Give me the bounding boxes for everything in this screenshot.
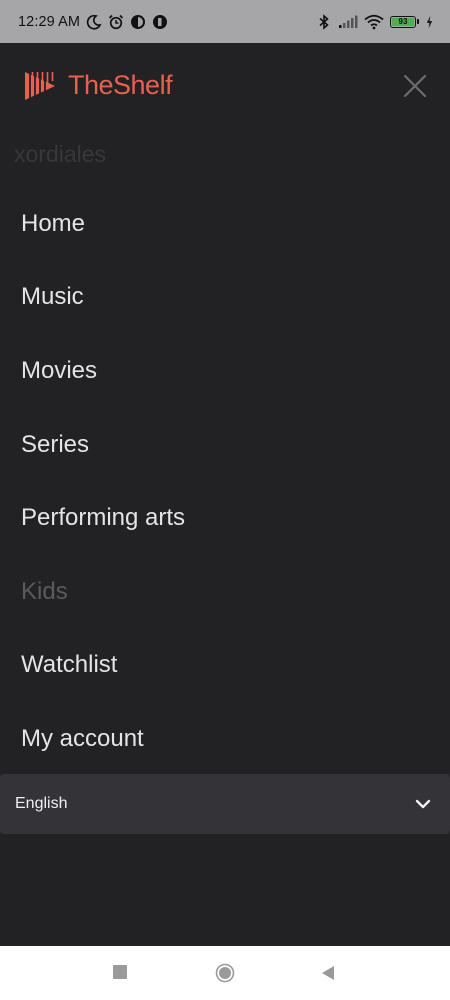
brand-logo[interactable]: TheShelf (24, 69, 173, 101)
wifi-icon (364, 14, 384, 29)
moon-icon (86, 14, 102, 29)
app-icon (131, 14, 146, 29)
home-button[interactable] (215, 963, 235, 983)
battery-body: 93 (390, 15, 416, 28)
menu-item-movies[interactable]: Movies (0, 334, 450, 408)
menu-item-performing-arts[interactable]: Performing arts (0, 481, 450, 555)
menu-header: TheShelf (0, 43, 450, 131)
username: xordiales (14, 141, 107, 167)
battery-tip (417, 19, 419, 24)
shelf-logo-icon (25, 72, 55, 100)
status-left: 12:29 AM (18, 14, 168, 30)
alarm-icon (108, 14, 124, 29)
charging-icon (426, 15, 433, 28)
signal-icon (339, 15, 358, 28)
brand-name: TheShelf (68, 69, 173, 100)
menu-item-kids[interactable]: Kids (0, 555, 450, 629)
language-selected: English (15, 795, 68, 812)
menu-item-music[interactable]: Music (0, 261, 450, 335)
menu-item-my-account[interactable]: My account (0, 702, 450, 776)
status-right: 93 (316, 13, 434, 30)
chevron-down-icon (415, 799, 431, 809)
status-bar: 12:29 AM 93 (0, 0, 450, 43)
app-icon (153, 14, 168, 29)
language-select[interactable]: English (0, 774, 450, 834)
battery-level: 93 (392, 17, 414, 26)
back-button[interactable] (321, 965, 335, 981)
battery-icon: 93 (390, 15, 419, 28)
system-nav-bar (0, 946, 450, 1000)
menu-item-home[interactable]: Home (0, 187, 450, 261)
menu-item-series[interactable]: Series (0, 408, 450, 482)
recents-button[interactable] (113, 965, 127, 979)
menu-item-watchlist[interactable]: Watchlist (0, 629, 450, 703)
status-time: 12:29 AM (18, 13, 81, 30)
close-icon[interactable] (402, 73, 428, 99)
bluetooth-icon (319, 13, 329, 30)
main-menu: Home Music Movies Series Performing arts… (0, 187, 450, 776)
